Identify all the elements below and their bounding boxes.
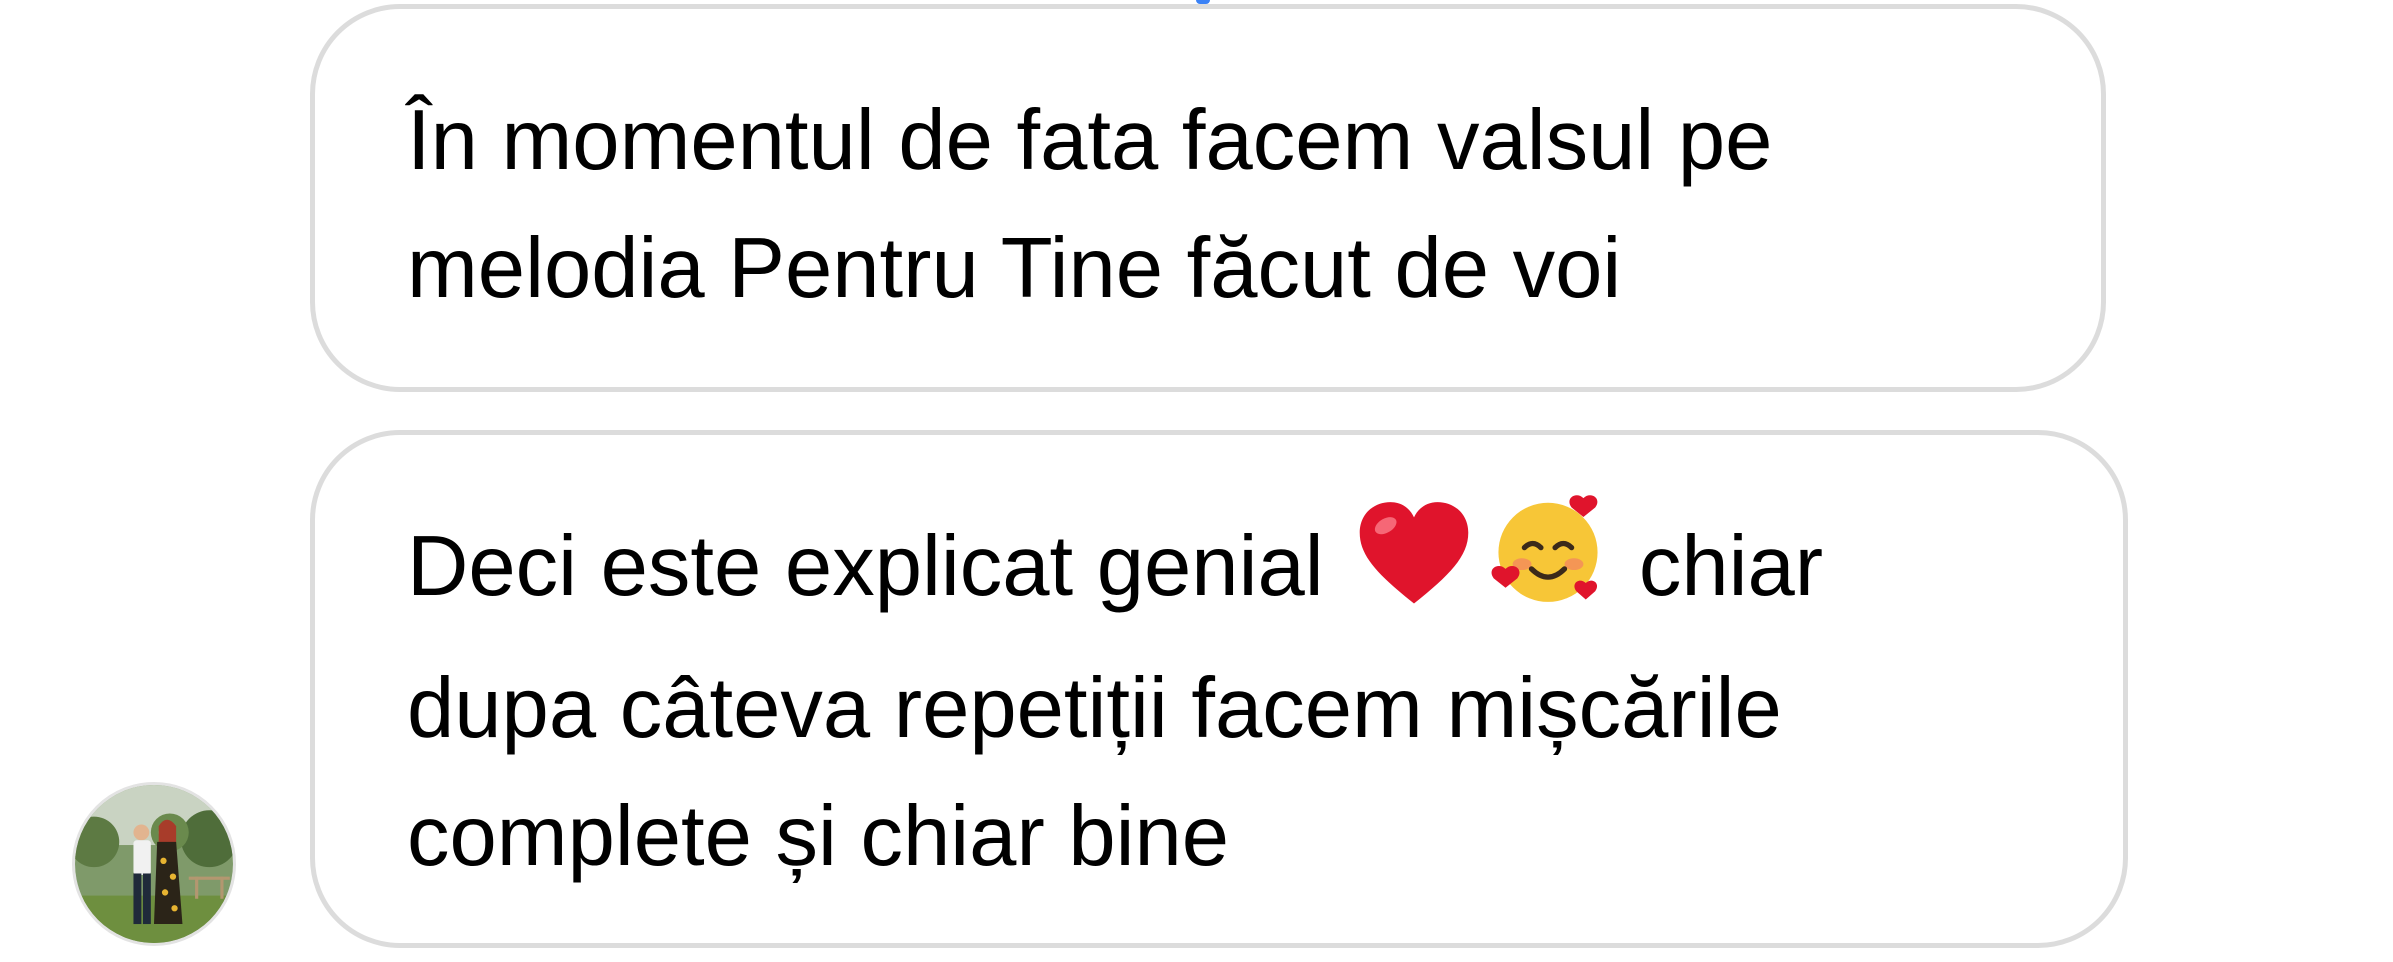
red-heart-icon — [1355, 499, 1473, 645]
message-bubble[interactable]: În momentul de fata facem valsul pe melo… — [310, 4, 2106, 392]
message-text-line: dupa câteva repetiții facem mișcările — [407, 661, 1782, 756]
message-bubble[interactable]: Deci este explicat genial chiar dupa cât… — [310, 430, 2128, 948]
message-text: chiar — [1638, 519, 1824, 614]
profile-photo-icon — [75, 785, 233, 943]
chat-thread: În momentul de fata facem valsul pe melo… — [0, 0, 2393, 962]
avatar[interactable] — [72, 782, 236, 946]
smiling-face-with-hearts-icon — [1489, 491, 1607, 645]
message-text-line: Deci este explicat genial chiar — [407, 491, 2063, 645]
message-text: Deci este explicat genial — [407, 519, 1324, 614]
message-text-line: complete și chiar bine — [407, 789, 1230, 884]
message-text-line: În momentul de fata facem valsul pe — [407, 93, 1773, 188]
message-text-line: melodia Pentru Tine făcut de voi — [407, 221, 1622, 316]
